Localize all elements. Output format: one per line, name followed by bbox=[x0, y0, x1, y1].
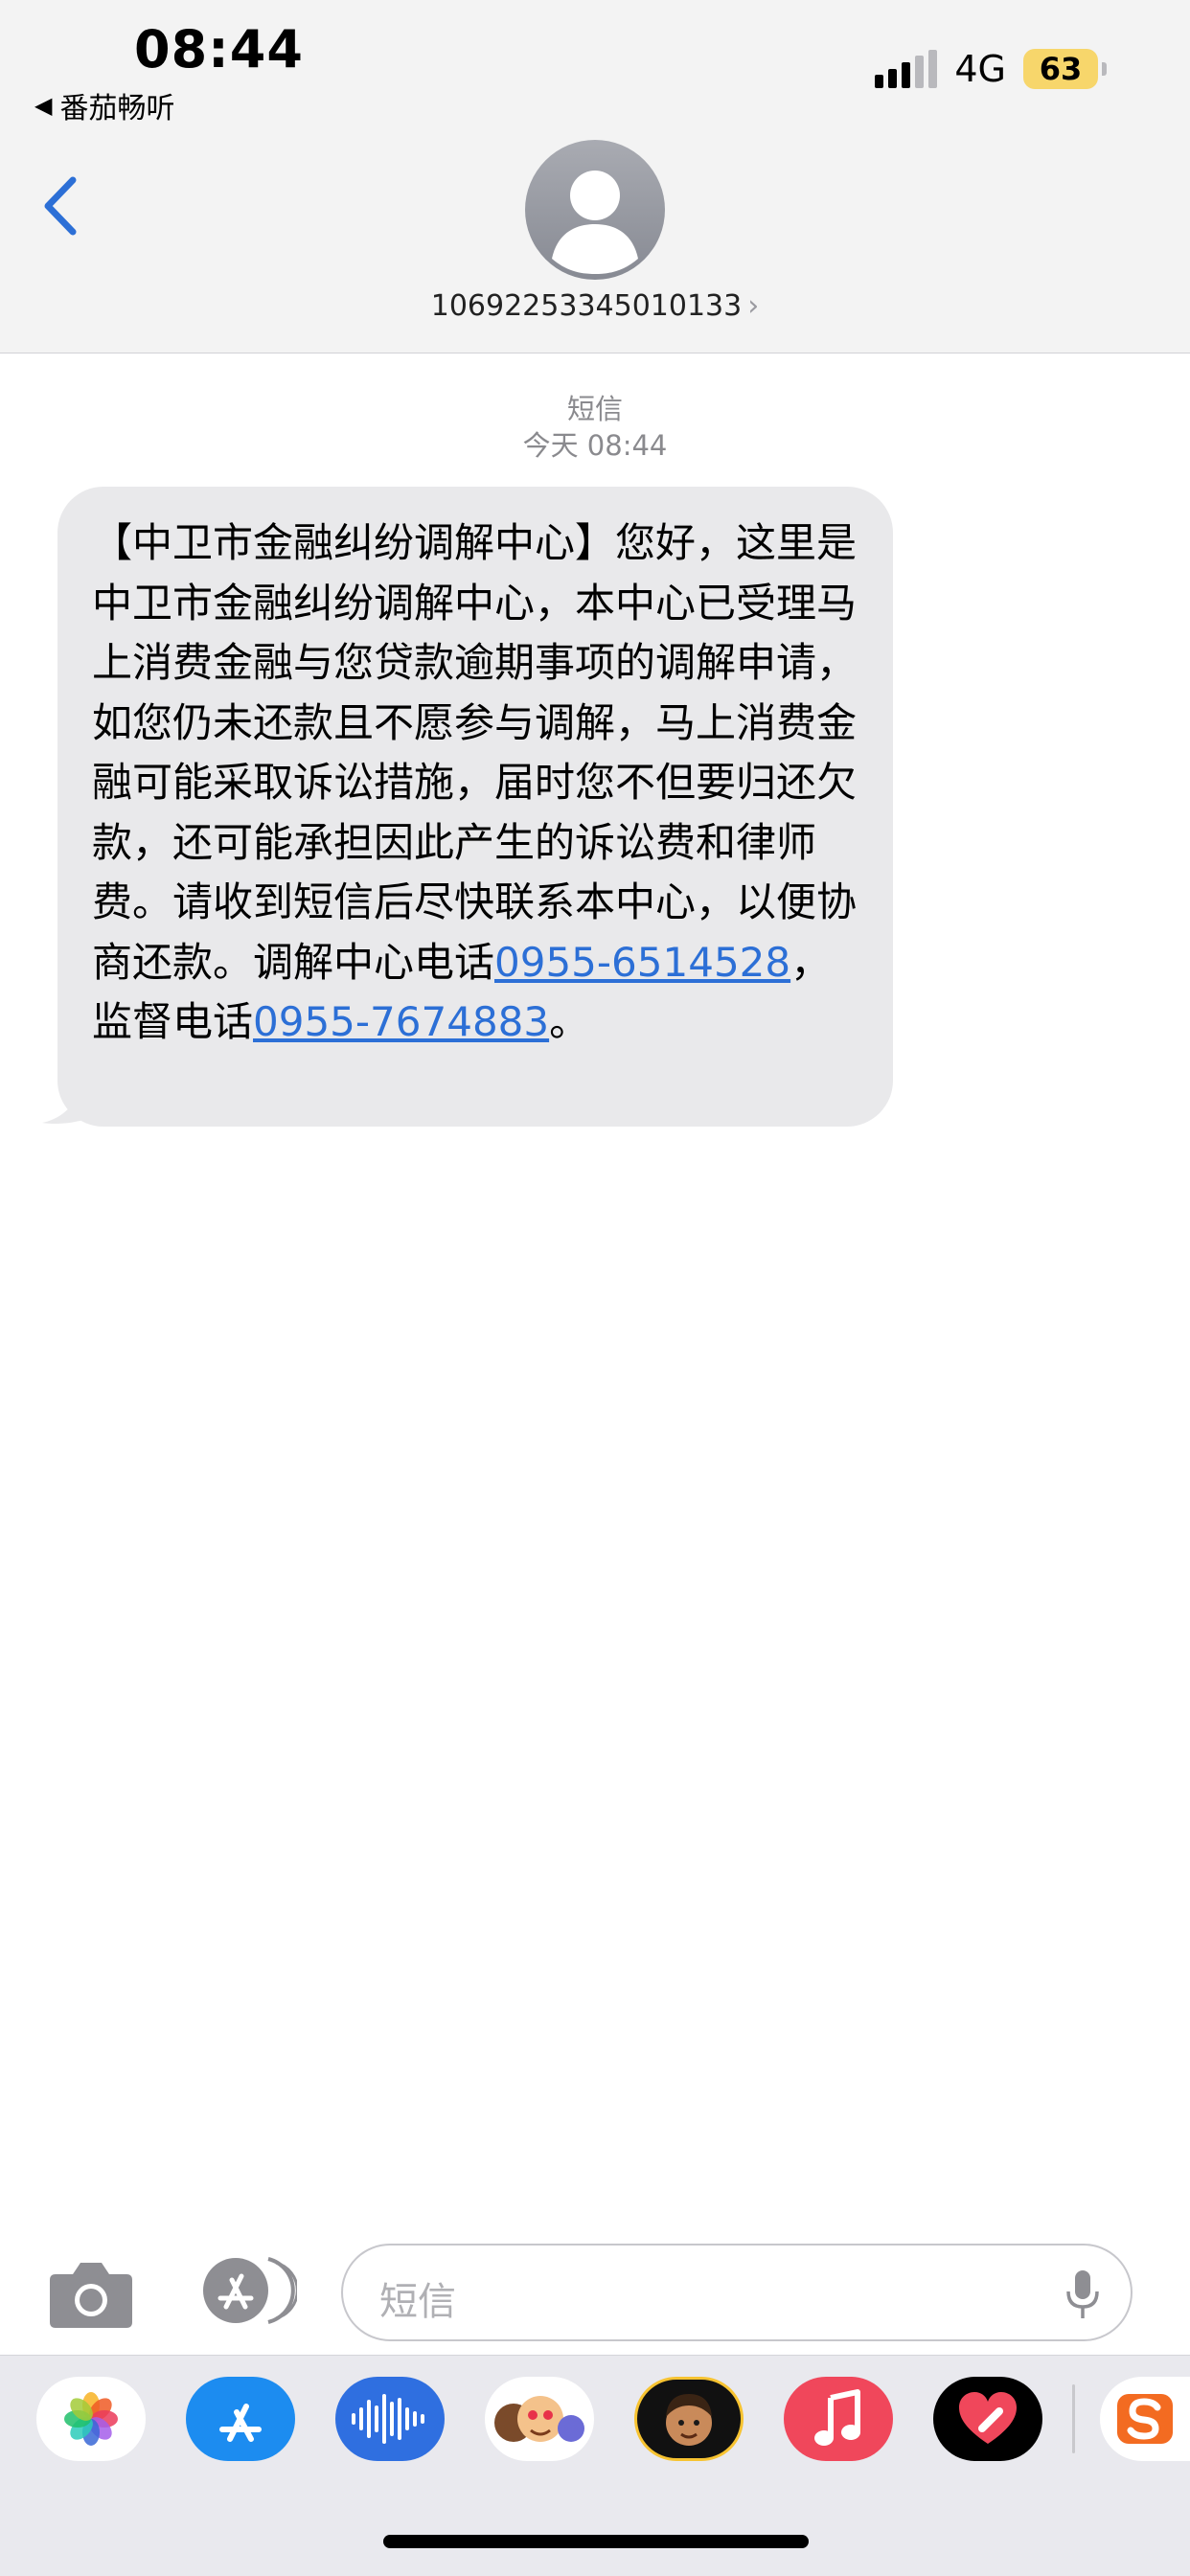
signal-strength-icon bbox=[875, 50, 938, 88]
status-time: 08:44 bbox=[134, 19, 304, 80]
message-input[interactable]: 短信 bbox=[341, 2244, 1133, 2341]
audio-message-app-icon[interactable] bbox=[335, 2377, 445, 2461]
microphone-icon[interactable] bbox=[1064, 2268, 1102, 2322]
back-app-label: 番茄畅听 bbox=[59, 92, 175, 125]
battery-indicator: 63 bbox=[1023, 49, 1107, 89]
message-text-part3: 。 bbox=[549, 998, 590, 1045]
memoji-stickers-glyph bbox=[494, 2396, 584, 2442]
camera-icon[interactable] bbox=[48, 2259, 134, 2330]
message-composer: 短信 bbox=[0, 2232, 1190, 2357]
status-indicators: 4G 63 bbox=[875, 48, 1107, 90]
back-triangle-icon: ◀ bbox=[34, 92, 53, 119]
contact-number: 10692253345010133 bbox=[430, 289, 743, 323]
message-input-placeholder: 短信 bbox=[379, 2280, 456, 2324]
music-note-icon bbox=[814, 2389, 860, 2446]
digital-touch-app-icon[interactable] bbox=[933, 2377, 1042, 2461]
memoji-face-glyph bbox=[666, 2394, 712, 2446]
music-app-icon[interactable] bbox=[784, 2377, 893, 2461]
sogou-logo-icon bbox=[1117, 2394, 1173, 2444]
heart-icon bbox=[959, 2392, 1017, 2444]
chevron-right-icon: › bbox=[747, 289, 760, 323]
phone-link-supervision[interactable]: 0955-7674883 bbox=[253, 998, 549, 1045]
chevron-left-icon[interactable] bbox=[36, 172, 82, 239]
service-label: 短信 bbox=[566, 393, 623, 425]
memoji-app-icon[interactable] bbox=[634, 2377, 744, 2461]
back-to-app-link[interactable]: ◀ 番茄畅听 bbox=[34, 84, 174, 126]
conversation-header: 08:44 ◀ 番茄畅听 4G 63 10692253345010133 › bbox=[0, 0, 1190, 353]
home-indicator[interactable] bbox=[383, 2535, 809, 2548]
app-strip-divider bbox=[1072, 2384, 1075, 2453]
waveform-icon bbox=[352, 2394, 424, 2444]
photos-flower-glyph bbox=[64, 2392, 118, 2446]
contact-name-button[interactable]: 10692253345010133 › bbox=[0, 289, 1190, 323]
network-type: 4G bbox=[954, 48, 1006, 90]
message-timestamp: 今天 08:44 bbox=[522, 429, 668, 462]
contact-avatar[interactable] bbox=[525, 140, 665, 280]
person-icon bbox=[552, 171, 638, 274]
photos-app-icon[interactable] bbox=[36, 2377, 146, 2461]
phone-link-mediation[interactable]: 0955-6514528 bbox=[494, 939, 790, 986]
app-store-app-icon[interactable] bbox=[186, 2377, 295, 2461]
message-bubble: 【中卫市金融纠纷调解中心】您好，这里是中卫市金融纠纷调解中心，本中心已受理马上消… bbox=[57, 487, 893, 1127]
app-store-glyph bbox=[219, 2404, 262, 2442]
incoming-message[interactable]: 【中卫市金融纠纷调解中心】您好，这里是中卫市金融纠纷调解中心，本中心已受理马上消… bbox=[38, 487, 901, 1127]
battery-level: 63 bbox=[1039, 51, 1083, 87]
sogou-keyboard-app-icon[interactable] bbox=[1100, 2377, 1190, 2461]
memoji-stickers-app-icon[interactable] bbox=[485, 2377, 594, 2461]
message-text-part1: 【中卫市金融纠纷调解中心】您好，这里是中卫市金融纠纷调解中心，本中心已受理马上消… bbox=[92, 519, 858, 986]
app-store-icon[interactable] bbox=[192, 2255, 297, 2326]
